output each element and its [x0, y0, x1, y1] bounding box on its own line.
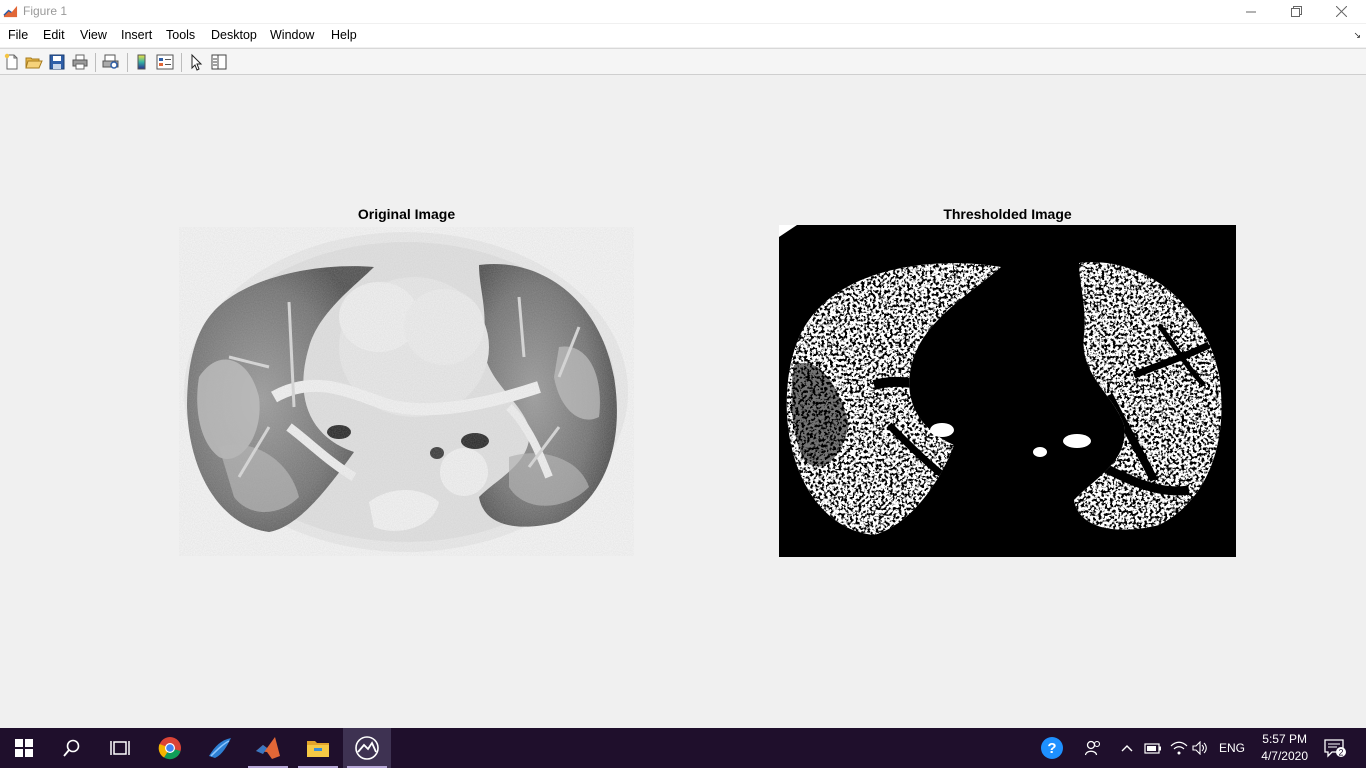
legend-icon[interactable] — [156, 53, 174, 71]
start-button[interactable] — [0, 728, 48, 768]
figure-window-taskbar-button[interactable] — [343, 728, 391, 768]
start-icon — [15, 739, 33, 757]
figure-window-icon — [355, 736, 379, 760]
minimize-button[interactable] — [1228, 0, 1274, 23]
clock-time: 5:57 PM — [1262, 732, 1307, 746]
save-icon[interactable] — [48, 53, 66, 71]
battery-icon — [1144, 743, 1161, 754]
matlab-taskbar-button[interactable] — [244, 728, 292, 768]
language-indicator[interactable]: ENG — [1219, 728, 1245, 768]
close-icon — [1335, 6, 1347, 17]
people-icon — [1085, 740, 1101, 756]
minimize-icon — [1246, 11, 1256, 12]
axes-title-thresholded: Thresholded Image — [943, 206, 1072, 222]
figure-canvas: Original Image Thresholded Image — [0, 76, 1366, 728]
task-view-button[interactable] — [96, 728, 144, 768]
axes-title-original: Original Image — [357, 206, 456, 222]
title-bar: Figure 1 — [0, 0, 1366, 23]
restore-button[interactable] — [1273, 0, 1319, 23]
action-center-button[interactable]: 2 — [1324, 728, 1346, 768]
toolbar-separator — [181, 53, 182, 72]
menu-view[interactable]: View — [80, 28, 107, 42]
menu-tools[interactable]: Tools — [166, 28, 195, 42]
new-figure-icon[interactable] — [3, 53, 21, 71]
help-tray-button[interactable]: ? — [1040, 728, 1064, 768]
menu-insert[interactable]: Insert — [121, 28, 152, 42]
matlab-icon — [256, 737, 280, 759]
wifi-tray-button[interactable] — [1170, 728, 1188, 768]
colorbar-icon[interactable] — [133, 53, 151, 71]
volume-icon — [1192, 741, 1207, 755]
task-view-icon — [110, 741, 130, 755]
search-button[interactable] — [48, 728, 96, 768]
clock-date: 4/7/2020 — [1261, 749, 1308, 763]
toolbar-separator — [127, 53, 128, 72]
chrome-icon — [158, 737, 181, 760]
wifi-icon — [1170, 741, 1188, 755]
dock-figure-icon[interactable]: ↘ — [1353, 30, 1361, 41]
open-file-icon[interactable] — [25, 53, 43, 71]
edit-plot-arrow-icon[interactable] — [187, 53, 205, 71]
search-icon — [63, 739, 80, 757]
original-ct-image[interactable] — [179, 227, 634, 556]
menu-bar: File Edit View Insert Tools Desktop Wind… — [0, 24, 1366, 47]
notifications-icon: 2 — [1324, 739, 1346, 758]
notification-count: 2 — [1338, 748, 1343, 758]
matlab-shortcut-button[interactable] — [196, 728, 244, 768]
help-icon: ? — [1041, 737, 1063, 759]
battery-tray-button[interactable] — [1144, 728, 1162, 768]
menu-help[interactable]: Help — [331, 28, 357, 42]
restore-icon — [1290, 6, 1302, 17]
chevron-up-icon — [1121, 745, 1133, 752]
close-button[interactable] — [1318, 0, 1364, 23]
chrome-taskbar-button[interactable] — [146, 728, 194, 768]
volume-tray-button[interactable] — [1192, 728, 1208, 768]
file-explorer-icon — [307, 741, 329, 757]
svg-text:?: ? — [1047, 740, 1056, 757]
matlab-figure-icon — [3, 4, 18, 19]
window-title: Figure 1 — [23, 4, 68, 18]
file-explorer-button[interactable] — [294, 728, 342, 768]
menu-edit[interactable]: Edit — [43, 28, 65, 42]
menu-file[interactable]: File — [8, 28, 28, 42]
toolbar-separator — [95, 53, 96, 72]
taskbar: ? ENG 5:57 PM 4/7/2020 2 — [0, 728, 1366, 768]
thresholded-ct-image[interactable] — [779, 225, 1236, 557]
figure-toolbar — [0, 48, 1366, 75]
menu-desktop[interactable]: Desktop — [211, 28, 257, 42]
matlab-shortcut-icon — [209, 738, 231, 758]
property-inspector-icon[interactable] — [210, 53, 228, 71]
people-tray-button[interactable] — [1085, 728, 1101, 768]
menu-window[interactable]: Window — [270, 28, 314, 42]
clock[interactable]: 5:57 PM 4/7/2020 — [1261, 731, 1308, 765]
print-icon[interactable] — [71, 53, 89, 71]
print-preview-icon[interactable] — [102, 53, 120, 71]
show-hidden-icons-button[interactable] — [1121, 728, 1133, 768]
